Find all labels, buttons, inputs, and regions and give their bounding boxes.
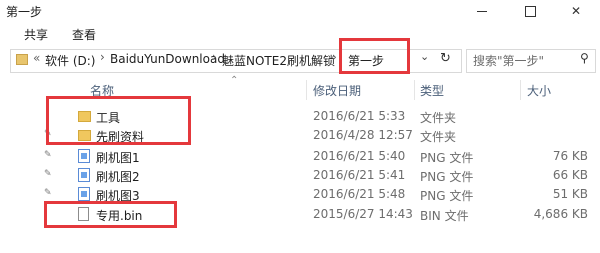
tab-view[interactable]: 查看: [72, 26, 96, 43]
file-date: 2016/6/21 5:41: [313, 168, 406, 182]
highlight-box-bin-file: [44, 201, 177, 228]
file-type: PNG 文件: [420, 170, 474, 184]
pin-icon: ✎: [44, 188, 52, 198]
pin-icon: ✎: [44, 150, 52, 160]
close-button[interactable]: ✕: [556, 0, 596, 22]
minimize-icon: [477, 10, 487, 12]
file-size: 51 KB: [552, 187, 588, 201]
close-icon: ✕: [570, 4, 582, 18]
tab-share[interactable]: 共享: [24, 26, 48, 43]
file-size: 76 KB: [552, 149, 588, 163]
image-file-icon: [78, 168, 90, 182]
file-type: 文件夹: [420, 111, 457, 125]
column-divider[interactable]: [414, 80, 415, 100]
file-date: 2016/6/21 5:40: [313, 149, 406, 163]
column-header-size[interactable]: 大小: [527, 82, 551, 99]
minimize-button[interactable]: [462, 0, 502, 22]
breadcrumb-drive[interactable]: 软件 (D:): [45, 52, 95, 69]
pin-icon: ✎: [44, 169, 52, 179]
file-date: 2016/6/21 5:48: [313, 187, 406, 201]
file-date: 2015/6/27 14:43: [313, 207, 413, 221]
maximize-icon: [524, 5, 536, 17]
refresh-icon[interactable]: ↻: [440, 51, 451, 66]
highlight-box-folders: [46, 96, 191, 145]
search-placeholder: 搜索"第一步": [473, 54, 545, 68]
breadcrumb-chevron-icon[interactable]: ›: [100, 50, 105, 64]
search-icon[interactable]: ⚲: [580, 51, 589, 65]
column-header-date[interactable]: 修改日期: [313, 82, 361, 99]
file-size: 66 KB: [552, 168, 588, 182]
file-type: 文件夹: [420, 130, 457, 144]
folder-icon: [16, 54, 28, 65]
breadcrumb-meilan[interactable]: 魅蓝NOTE2刷机解锁: [222, 52, 335, 69]
file-type: PNG 文件: [420, 151, 474, 165]
breadcrumb-chevron-icon[interactable]: ›: [332, 50, 337, 64]
window-title: 第一步: [6, 5, 43, 19]
breadcrumb-chevron-icon[interactable]: ›: [212, 50, 217, 64]
breadcrumb-overflow[interactable]: «: [33, 51, 40, 65]
file-name: 刷机图1: [96, 151, 140, 165]
column-header-type[interactable]: 类型: [420, 82, 444, 99]
column-divider[interactable]: [306, 80, 307, 100]
file-row[interactable]: ✎ 刷机图2 2016/6/21 5:41 PNG 文件 66 KB: [0, 166, 600, 185]
file-name: 刷机图2: [96, 170, 140, 184]
file-size: 4,686 KB: [533, 207, 588, 221]
chevron-down-icon[interactable]: ⌄: [420, 50, 429, 63]
file-type: PNG 文件: [420, 189, 474, 203]
maximize-button[interactable]: [510, 0, 550, 22]
file-date: 2016/6/21 5:33: [313, 109, 406, 123]
file-type: BIN 文件: [420, 209, 469, 223]
column-divider[interactable]: [520, 80, 521, 100]
file-row[interactable]: ✎ 刷机图1 2016/6/21 5:40 PNG 文件 76 KB: [0, 147, 600, 166]
ribbon: 共享 查看: [0, 22, 600, 46]
sort-chevron-icon: ⌃: [230, 75, 239, 86]
file-date: 2016/4/28 12:57: [313, 128, 413, 142]
image-file-icon: [78, 187, 90, 201]
breadcrumb-baiduyundownload[interactable]: BaiduYunDownload: [110, 52, 225, 66]
image-file-icon: [78, 149, 90, 163]
highlight-box-current-folder: [339, 38, 410, 74]
